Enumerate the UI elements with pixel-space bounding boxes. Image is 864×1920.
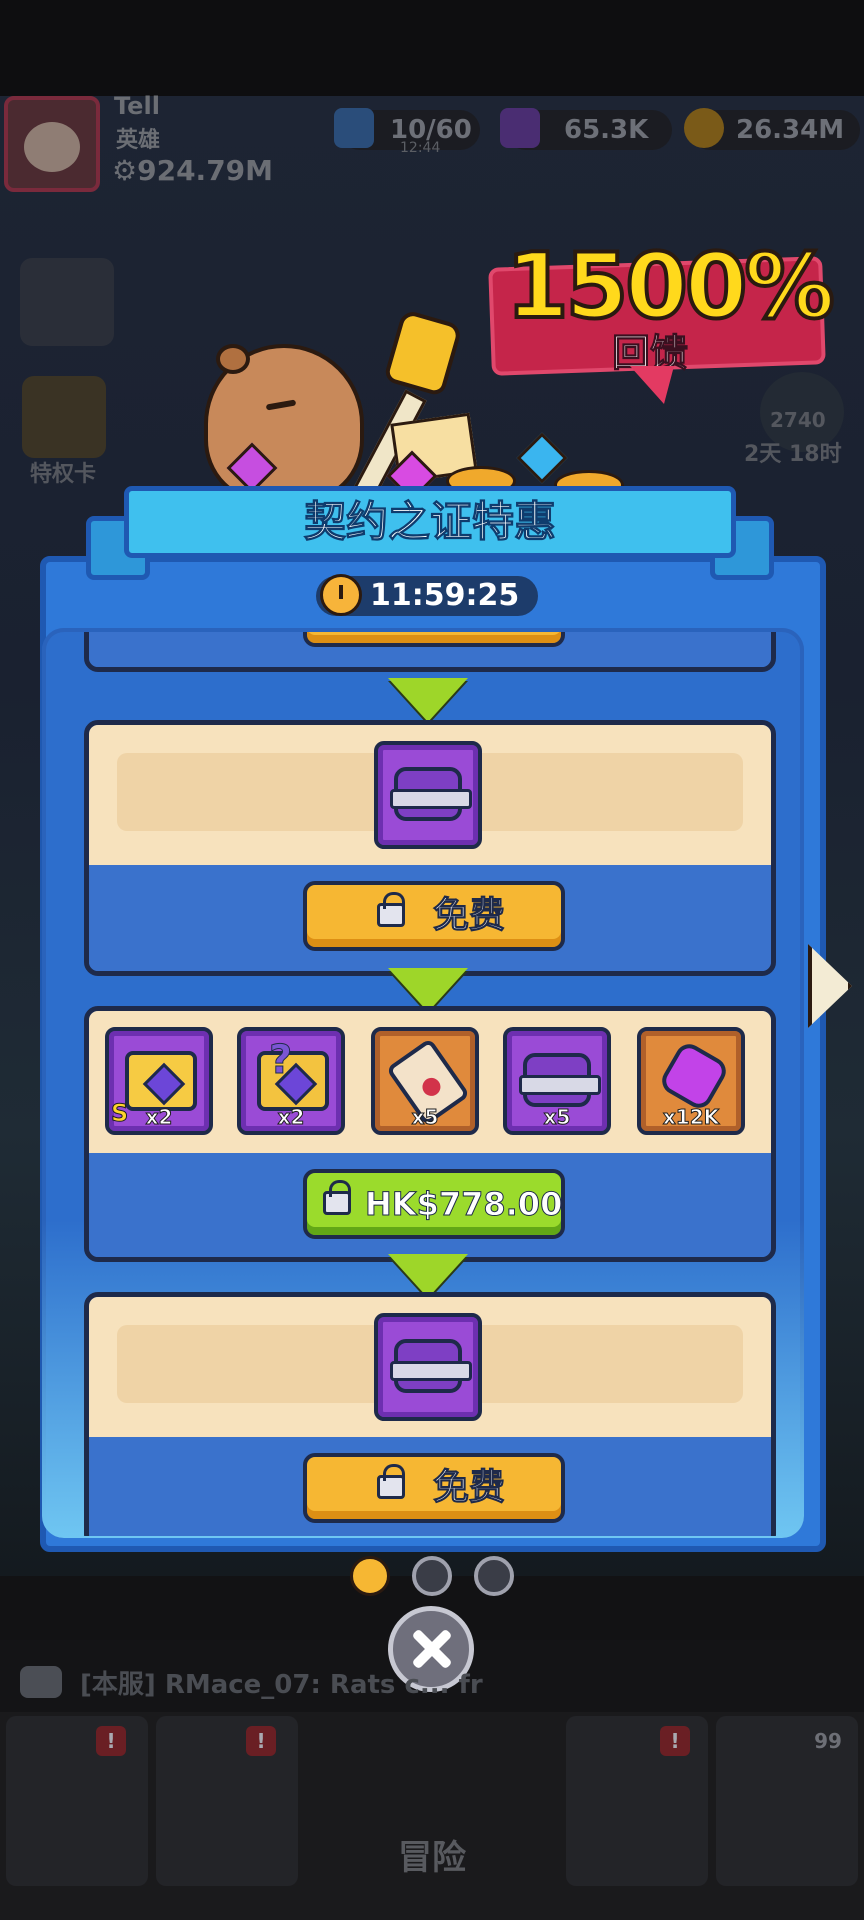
- player-title: 英雄: [116, 128, 161, 153]
- reward-item[interactable]: x5: [503, 1027, 611, 1135]
- free-claim-button[interactable]: 免费: [303, 881, 565, 951]
- claim-label: 免费: [432, 632, 505, 643]
- mystery-chest-icon: [257, 1051, 329, 1111]
- claim-label: 免费: [432, 1467, 506, 1509]
- reward-qty: x5: [411, 1105, 439, 1130]
- free-claim-button[interactable]: 免费: [303, 632, 565, 647]
- notification-badge: !: [660, 1726, 690, 1756]
- event-timer: 2天 18时: [744, 442, 842, 467]
- reward-qty: x2: [145, 1105, 173, 1130]
- lock-icon: [323, 1180, 351, 1215]
- reward-item[interactable]: [374, 741, 482, 849]
- notification-badge: !: [246, 1726, 276, 1756]
- gold-counter[interactable]: 26.34M: [684, 108, 860, 150]
- question-mark-icon: ?: [268, 1037, 293, 1084]
- reward-qty: x2: [277, 1105, 305, 1130]
- menu-button[interactable]: [20, 258, 114, 346]
- notification-badge: !: [96, 1726, 126, 1756]
- capybara-ear: [216, 344, 250, 374]
- reward-qty: x5: [543, 1105, 571, 1130]
- price-label: HK$778.00: [364, 1185, 563, 1224]
- reward-item[interactable]: [374, 1313, 482, 1421]
- free-claim-button[interactable]: 免费: [303, 1453, 565, 1523]
- event-value: 2740: [770, 408, 826, 432]
- gem-counter[interactable]: 65.3K: [500, 108, 672, 150]
- claim-label: 免费: [432, 895, 506, 937]
- purchase-button[interactable]: HK$778.00: [303, 1169, 565, 1239]
- gem-text: 65.3K: [564, 115, 649, 145]
- adventure-label: 冒险: [398, 1838, 466, 1878]
- gold-icon: [684, 108, 724, 148]
- reward-item[interactable]: S x2: [105, 1027, 213, 1135]
- purple-chest-icon: [519, 1053, 601, 1107]
- tier-row: 免费: [84, 1292, 776, 1536]
- page-dot[interactable]: [474, 1556, 514, 1596]
- status-bar: [0, 0, 864, 96]
- gold-chest-icon: [125, 1051, 197, 1111]
- reward-qty: x12K: [662, 1105, 720, 1130]
- gem-counter-icon: [500, 108, 540, 148]
- avatar[interactable]: [4, 96, 100, 192]
- privilege-card-label: 特权卡: [30, 462, 97, 487]
- lock-icon: [377, 1464, 405, 1499]
- chat-icon[interactable]: [20, 1666, 62, 1698]
- page-dot-active[interactable]: [350, 1556, 390, 1596]
- tier-row: S x2 ? x2 x5 x5 x12K HK$778.00: [84, 1006, 776, 1262]
- energy-icon: [334, 108, 374, 148]
- energy-timer: 12:44: [400, 140, 441, 156]
- player-name: Tell: [114, 92, 160, 120]
- privilege-card-button[interactable]: [22, 376, 106, 458]
- nav-equipment[interactable]: [156, 1716, 298, 1886]
- countdown-text: 11:59:25: [370, 578, 520, 613]
- gold-text: 26.34M: [736, 115, 845, 145]
- tier-list[interactable]: 免费 免费 S x2 ? x2 x5: [84, 632, 776, 1536]
- gem-icon: [657, 1039, 731, 1113]
- reward-item[interactable]: x5: [371, 1027, 479, 1135]
- power-text: 924.79M: [137, 154, 274, 187]
- chat-message[interactable]: [本服] RMace_07: Rats c... fr: [80, 1664, 483, 1701]
- panel-title: 契约之证特惠: [303, 497, 556, 547]
- power-value: ⚙924.79M: [112, 154, 274, 187]
- lightning-icon: [630, 366, 674, 404]
- nav-shop[interactable]: [6, 1716, 148, 1886]
- page-dot[interactable]: [412, 1556, 452, 1596]
- down-arrow-icon: [388, 678, 468, 722]
- purple-chest-icon: [390, 1339, 472, 1393]
- stopwatch-icon: [320, 574, 362, 616]
- tier-row: 免费: [84, 632, 776, 672]
- crossed-swords-icon[interactable]: [382, 1720, 482, 1820]
- reward-item[interactable]: x12K: [637, 1027, 745, 1135]
- purple-chest-icon: [390, 767, 472, 821]
- lock-icon: [377, 892, 405, 927]
- reward-item[interactable]: ? x2: [237, 1027, 345, 1135]
- count-badge: 99: [814, 1729, 842, 1753]
- tier-row: 免费: [84, 720, 776, 976]
- avatar-face: [24, 122, 80, 172]
